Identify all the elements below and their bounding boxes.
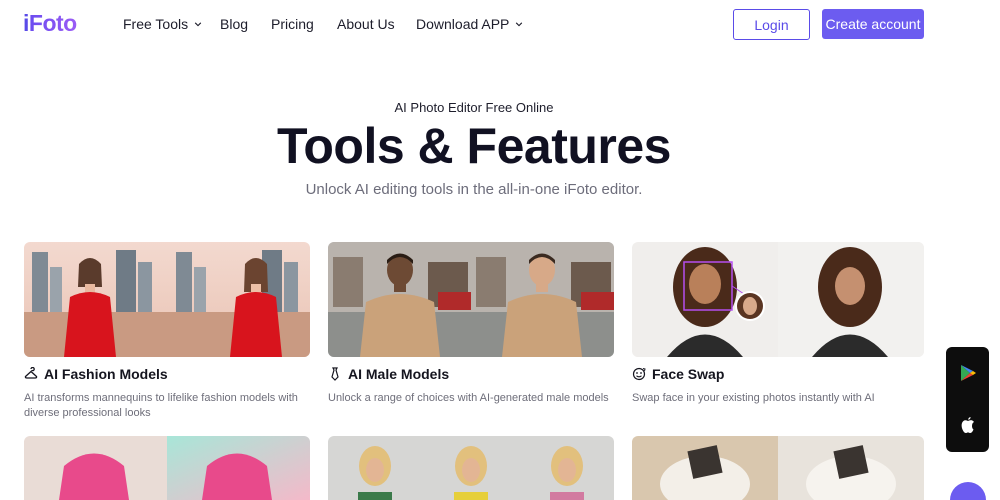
nav-blog[interactable]: Blog [220, 16, 248, 32]
tie-icon [331, 367, 339, 381]
tool-card-image-chairs[interactable] [632, 436, 924, 500]
chevron-down-icon [516, 22, 523, 27]
page-title: Tools & Features [277, 118, 671, 174]
apple-icon[interactable] [958, 415, 978, 435]
hanger-icon [24, 367, 38, 379]
card-title: AI Fashion Models [24, 366, 310, 382]
tool-card-ai-male-models[interactable]: AI Male Models Unlock a range of choices… [328, 242, 614, 406]
nav-download-app[interactable]: Download APP [416, 16, 523, 32]
google-play-icon[interactable] [958, 363, 978, 383]
ai-fashion-models-image [24, 242, 310, 357]
chat-widget-button[interactable] [950, 482, 986, 500]
face-swap-image [632, 242, 924, 357]
card-title: Face Swap [632, 366, 924, 382]
face-swap-icon [632, 367, 646, 381]
tool-card-face-swap[interactable]: Face Swap Swap face in your existing pho… [632, 242, 924, 406]
tool-card-image-models[interactable] [328, 436, 614, 500]
site-header: iFoto Free Tools Blog Pricing About Us D… [0, 0, 1000, 48]
login-button[interactable]: Login [733, 9, 810, 40]
create-account-button[interactable]: Create account [822, 9, 924, 39]
tool-card-ai-fashion-models[interactable]: AI Fashion Models AI transforms mannequi… [24, 242, 310, 421]
card-title: AI Male Models [328, 366, 614, 382]
tool-card-image-bag[interactable] [24, 436, 310, 500]
chevron-down-icon [194, 22, 202, 27]
nav-pricing[interactable]: Pricing [271, 16, 314, 32]
card-description: Unlock a range of choices with AI-genera… [328, 392, 609, 404]
card-description: Swap face in your existing photos instan… [632, 392, 875, 404]
card-description: AI transforms mannequins to lifelike fas… [24, 392, 298, 419]
nav-free-tools[interactable]: Free Tools [123, 16, 202, 32]
ifoto-logo[interactable]: iFoto [23, 10, 77, 37]
ai-male-models-image [328, 242, 614, 357]
app-download-dock [946, 347, 989, 452]
hero-eyebrow: AI Photo Editor Free Online [394, 100, 554, 115]
hero-subtitle: Unlock AI editing tools in the all-in-on… [305, 181, 643, 198]
nav-about-us[interactable]: About Us [337, 16, 395, 32]
